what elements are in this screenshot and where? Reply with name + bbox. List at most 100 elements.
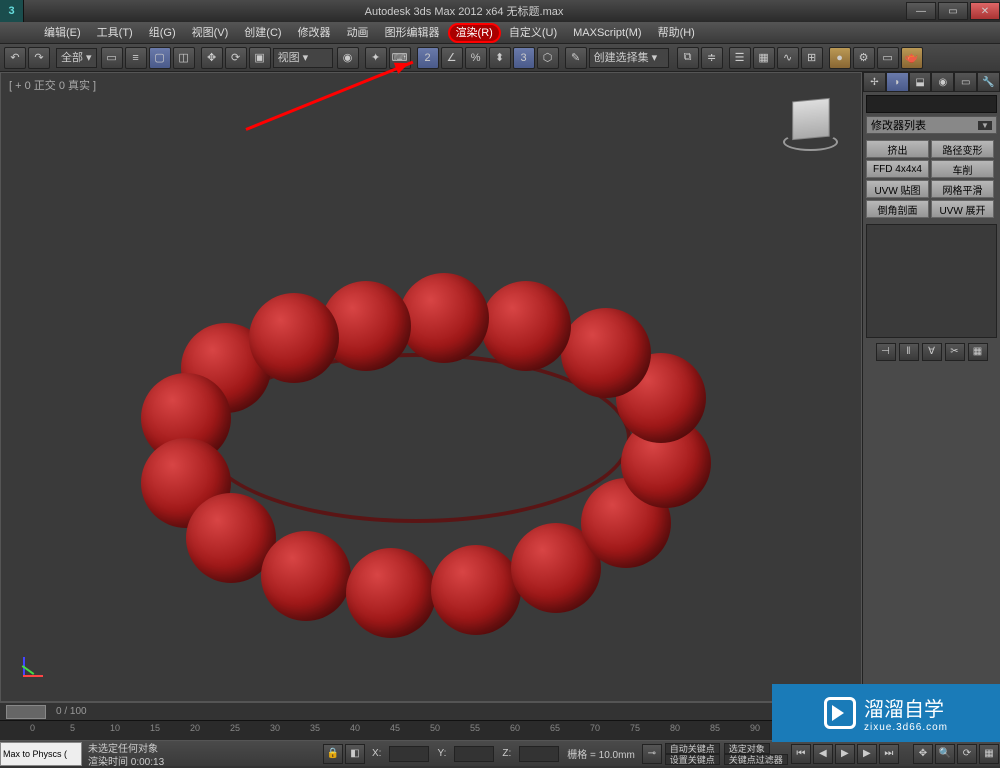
material-editor-button[interactable]: ● bbox=[829, 47, 851, 69]
next-frame-button[interactable]: ▶ bbox=[857, 744, 877, 764]
menu-edit[interactable]: 编辑(E) bbox=[36, 23, 89, 43]
maximize-viewport-button[interactable]: ▦ bbox=[979, 744, 999, 764]
render-production-button[interactable]: 🫖 bbox=[901, 47, 923, 69]
menu-views[interactable]: 视图(V) bbox=[184, 23, 237, 43]
schematic-view-button[interactable]: ⊞ bbox=[801, 47, 823, 69]
snap-toggle-button[interactable]: ⬡ bbox=[537, 47, 559, 69]
modify-tab[interactable]: ◗ bbox=[886, 72, 909, 92]
modifier-stack[interactable] bbox=[866, 224, 997, 338]
goto-end-button[interactable]: ⏭ bbox=[879, 744, 899, 764]
viewcube-ring[interactable] bbox=[783, 133, 838, 151]
mod-meshsmooth[interactable]: 网格平滑 bbox=[931, 180, 994, 198]
selection-filter[interactable]: 全部 ▾ bbox=[56, 48, 97, 68]
menu-graph-editors[interactable]: 图形编辑器 bbox=[377, 23, 448, 43]
undo-button[interactable]: ↶ bbox=[4, 47, 26, 69]
menu-create[interactable]: 创建(C) bbox=[236, 23, 289, 43]
menu-customize[interactable]: 自定义(U) bbox=[501, 23, 565, 43]
minimize-button[interactable]: — bbox=[906, 2, 936, 20]
viewport-perspective[interactable]: [ + 0 正交 0 真实 ] bbox=[0, 72, 862, 702]
configure-sets-button[interactable]: ▦ bbox=[968, 343, 988, 361]
goto-start-button[interactable]: ⏮ bbox=[791, 744, 811, 764]
grid-status: 栅格 = 10.0mm bbox=[561, 746, 641, 761]
make-unique-button[interactable]: ∀ bbox=[922, 343, 942, 361]
select-move-button[interactable]: ✥ bbox=[201, 47, 223, 69]
mod-bevelprofile[interactable]: 倒角剖面 bbox=[866, 200, 929, 218]
remove-modifier-button[interactable]: ✂ bbox=[945, 343, 965, 361]
isolate-button[interactable]: ◧ bbox=[345, 744, 365, 764]
watermark-url: zixue.3d66.com bbox=[864, 722, 948, 733]
hierarchy-tab[interactable]: ⬓ bbox=[909, 72, 932, 92]
rendered-frame-button[interactable]: ▭ bbox=[877, 47, 899, 69]
menu-animation[interactable]: 动画 bbox=[339, 23, 377, 43]
prev-frame-button[interactable]: ◀ bbox=[813, 744, 833, 764]
use-center-button[interactable]: ◉ bbox=[337, 47, 359, 69]
close-button[interactable]: ✕ bbox=[970, 2, 1000, 20]
select-rotate-button[interactable]: ⟳ bbox=[225, 47, 247, 69]
show-end-result-button[interactable]: ‖ bbox=[899, 343, 919, 361]
menu-modifiers[interactable]: 修改器 bbox=[290, 23, 339, 43]
select-object-button[interactable]: ▭ bbox=[101, 47, 123, 69]
viewcube[interactable] bbox=[781, 93, 841, 153]
menu-group[interactable]: 组(G) bbox=[141, 23, 184, 43]
play-button[interactable]: ▶ bbox=[835, 744, 855, 764]
angle-snap-button[interactable]: ∠ bbox=[441, 47, 463, 69]
menu-help[interactable]: 帮助(H) bbox=[650, 23, 703, 43]
zoom-button[interactable]: 🔍 bbox=[935, 744, 955, 764]
curve-editor-button[interactable]: ∿ bbox=[777, 47, 799, 69]
snap-2d-button[interactable]: 2 bbox=[417, 47, 439, 69]
y-coord-field[interactable] bbox=[454, 746, 494, 762]
utilities-tab[interactable]: 🔧 bbox=[977, 72, 1000, 92]
viewport-label[interactable]: [ + 0 正交 0 真实 ] bbox=[9, 77, 96, 93]
pan-view-button[interactable]: ✥ bbox=[913, 744, 933, 764]
display-tab[interactable]: ▭ bbox=[954, 72, 977, 92]
motion-tab[interactable]: ◉ bbox=[931, 72, 954, 92]
menu-rendering[interactable]: 渲染(R) bbox=[448, 23, 501, 43]
z-coord-field[interactable] bbox=[519, 746, 559, 762]
select-manipulate-button[interactable]: ✦ bbox=[365, 47, 387, 69]
title-bar: 3 Autodesk 3ds Max 2012 x64 无标题.max — ▭ … bbox=[0, 0, 1000, 22]
key-mode-button[interactable]: ⊸ bbox=[642, 744, 662, 764]
key-filters-button[interactable]: 关键点过滤器 bbox=[724, 754, 788, 765]
modifier-list-dropdown[interactable]: 修改器列表▼ bbox=[866, 116, 997, 134]
object-name-field[interactable] bbox=[866, 95, 997, 113]
mod-pathdeform[interactable]: 路径变形 bbox=[931, 140, 994, 158]
graphite-button[interactable]: ▦ bbox=[753, 47, 775, 69]
y-label: Y: bbox=[431, 748, 452, 759]
mod-unwrap[interactable]: UVW 展开 bbox=[931, 200, 994, 218]
app-logo[interactable]: 3 bbox=[0, 0, 24, 22]
select-scale-button[interactable]: ▣ bbox=[249, 47, 271, 69]
window-crossing-button[interactable]: ◫ bbox=[173, 47, 195, 69]
maxscript-listener[interactable]: Max to Physcs ( bbox=[0, 742, 82, 766]
play-icon bbox=[824, 697, 856, 729]
snap-3d-button[interactable]: 3 bbox=[513, 47, 535, 69]
mod-lathe[interactable]: 车削 bbox=[931, 160, 994, 178]
percent-snap-button[interactable]: % bbox=[465, 47, 487, 69]
create-tab[interactable]: ✢ bbox=[863, 72, 886, 92]
ref-coord-system[interactable]: 视图 ▾ bbox=[273, 48, 333, 68]
align-button[interactable]: ≑ bbox=[701, 47, 723, 69]
x-coord-field[interactable] bbox=[389, 746, 429, 762]
selection-lock-button[interactable]: 🔒 bbox=[323, 744, 343, 764]
menu-maxscript[interactable]: MAXScript(M) bbox=[565, 23, 649, 43]
menu-tools[interactable]: 工具(T) bbox=[89, 23, 141, 43]
set-key-button[interactable]: 设置关键点 bbox=[665, 754, 720, 765]
spinner-snap-button[interactable]: ⬍ bbox=[489, 47, 511, 69]
window-title: Autodesk 3ds Max 2012 x64 无标题.max bbox=[24, 3, 904, 19]
named-selection-sets[interactable]: 创建选择集 ▾ bbox=[589, 48, 669, 68]
layer-manager-button[interactable]: ☰ bbox=[729, 47, 751, 69]
pin-stack-button[interactable]: ⊣ bbox=[876, 343, 896, 361]
select-by-name-button[interactable]: ≡ bbox=[125, 47, 147, 69]
orbit-button[interactable]: ⟳ bbox=[957, 744, 977, 764]
select-rectangle-button[interactable]: ▢ bbox=[149, 47, 171, 69]
mod-extrude[interactable]: 挤出 bbox=[866, 140, 929, 158]
mirror-button[interactable]: ⧉ bbox=[677, 47, 699, 69]
z-label: Z: bbox=[496, 748, 517, 759]
scene-object-beads[interactable] bbox=[121, 253, 721, 633]
restore-button[interactable]: ▭ bbox=[938, 2, 968, 20]
render-setup-button[interactable]: ⚙ bbox=[853, 47, 875, 69]
mod-ffd[interactable]: FFD 4x4x4 bbox=[866, 160, 929, 178]
edit-selection-set-button[interactable]: ✎ bbox=[565, 47, 587, 69]
mod-uvwmap[interactable]: UVW 贴图 bbox=[866, 180, 929, 198]
time-slider-handle[interactable] bbox=[6, 705, 46, 719]
redo-button[interactable]: ↷ bbox=[28, 47, 50, 69]
